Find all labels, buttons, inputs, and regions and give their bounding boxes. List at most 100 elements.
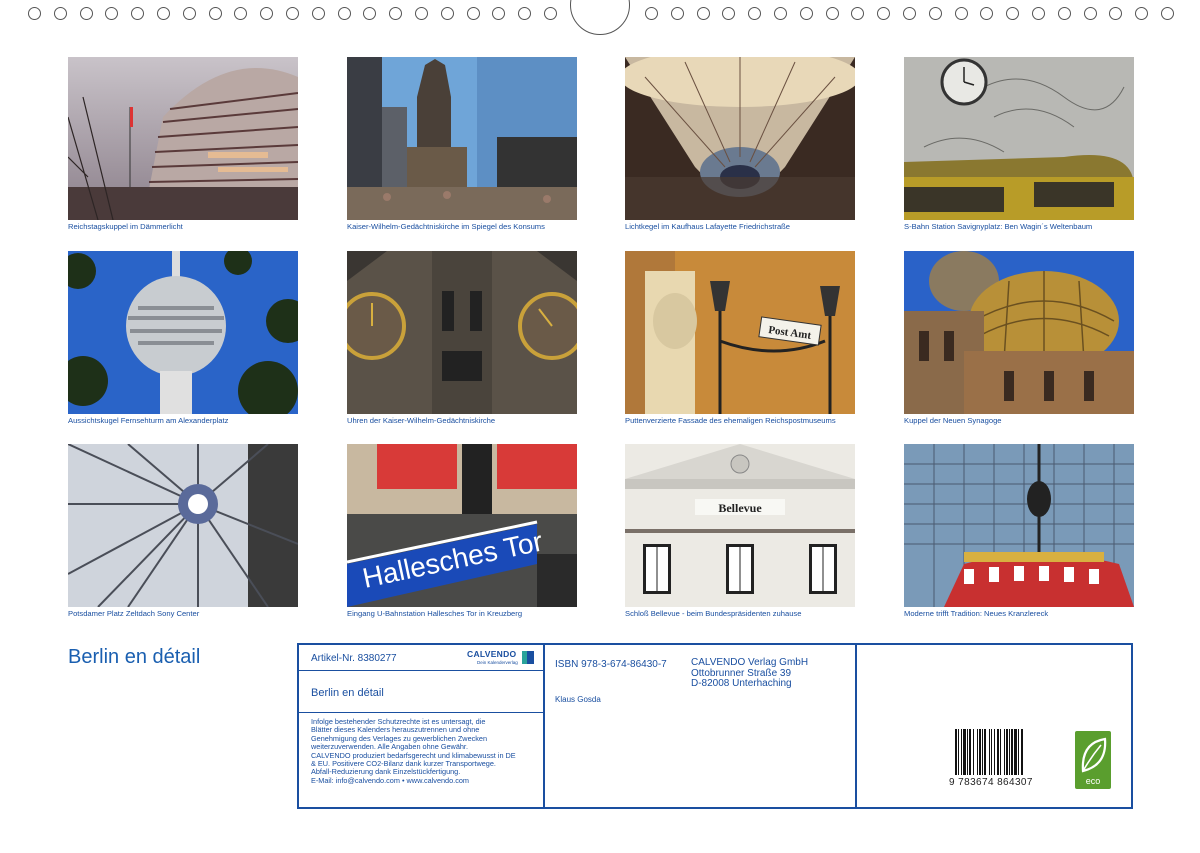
legal-notice: Infolge bestehender Schutzrechte ist es … (311, 717, 541, 785)
binding-ring (903, 7, 916, 20)
barcode-bar (991, 729, 992, 775)
binding-ring (182, 7, 196, 20)
photo-caption: Kuppel der Neuen Synagoge (904, 416, 1002, 425)
binding-ring (1083, 7, 1097, 20)
info-title: Berlin en détail (311, 687, 384, 699)
barcode-bar (1009, 729, 1010, 775)
photo-caption: Puttenverzierte Fassade des ehemaligen R… (625, 416, 836, 425)
info-column-article: Artikel-Nr. 8380277 CALVENDO Dein Kalend… (299, 645, 545, 807)
photo-synagoge (904, 251, 1134, 414)
barcode-bar (1004, 729, 1005, 775)
photo-gedaechtniskirche-spiegel (347, 57, 577, 220)
binding-ring (1057, 7, 1071, 20)
publisher-line: D-82008 Unterhaching (691, 678, 792, 690)
photo-savignyplatz (904, 57, 1134, 220)
binding-ring (696, 7, 710, 20)
binding-ring (234, 7, 248, 20)
binding-ring (1109, 7, 1123, 20)
barcode-bar (961, 729, 962, 775)
binding-ring (286, 7, 299, 20)
barcode-bar (955, 729, 957, 775)
barcode-bar (984, 729, 986, 775)
binding-ring (1161, 7, 1174, 20)
binding-ring (311, 7, 325, 20)
photo-kranzlereck (904, 444, 1134, 607)
binding-ring (748, 7, 762, 20)
spiral-binding (0, 0, 1200, 35)
binding-ring (415, 7, 428, 20)
legal-line: E-Mail: info@calvendo.com • www.calvendo… (311, 775, 469, 785)
binding-ring (389, 7, 403, 20)
binding-ring (79, 7, 93, 20)
photo-bellevue: Bellevue (625, 444, 855, 607)
binding-ring (722, 7, 736, 20)
photo-reichspostmuseum: Post Amt (625, 251, 855, 414)
barcode-bar (1014, 729, 1017, 775)
binding-ring (492, 7, 506, 20)
binding-ring (825, 7, 839, 20)
binding-ring (544, 7, 557, 20)
photo-reichstag (68, 57, 298, 220)
info-column-publisher: ISBN 978-3-674-86430-7 Klaus Gosda CALVE… (545, 645, 857, 807)
binding-ring (260, 7, 274, 20)
logo-text: CALVENDO (467, 649, 517, 659)
barcode-bar (973, 729, 974, 775)
barcode-bar (1021, 729, 1023, 775)
article-row: Artikel-Nr. 8380277 CALVENDO Dein Kalend… (299, 645, 543, 671)
bellevue-sign: Bellevue (718, 501, 762, 515)
binding-ring (131, 7, 145, 20)
binding-ring (466, 7, 480, 20)
binding-ring (877, 7, 891, 20)
eco-label: eco (1085, 776, 1101, 786)
photo-caption: Reichstagskuppel im Dämmerlicht (68, 222, 183, 231)
binding-ring (337, 7, 351, 20)
author: Klaus Gosda (555, 695, 601, 704)
photo-caption: Potsdamer Platz Zeltdach Sony Center (68, 609, 200, 618)
binding-ring (28, 7, 41, 20)
barcode-number: 9 783674 864307 (949, 777, 1033, 788)
binding-ring (645, 7, 658, 20)
photo-sony-center (68, 444, 298, 607)
barcode-bar (982, 729, 983, 775)
photo-caption: Eingang U-Bahnstation Hallesches Tor in … (347, 609, 523, 618)
photo-caption: Aussichtskugel Fernsehturm am Alexanderp… (68, 416, 229, 425)
photo-caption: Kaiser-Wilhelm-Gedächtniskirche im Spieg… (347, 222, 545, 231)
info-box: Artikel-Nr. 8380277 CALVENDO Dein Kalend… (297, 643, 1133, 809)
photo-uhren (347, 251, 577, 414)
barcode-bar (977, 729, 978, 775)
barcode-bar (1018, 729, 1019, 775)
photo-hallesches-tor: Hallesches Tor (347, 444, 577, 607)
barcode-bar (989, 729, 990, 775)
barcode-bar (963, 729, 966, 775)
photo-caption: Uhren der Kaiser-Wilhelm-Gedächtniskirch… (347, 416, 496, 425)
barcode-bar (967, 729, 968, 775)
photo-lafayette (625, 57, 855, 220)
binding-ring (440, 7, 454, 20)
binding-ring (1032, 7, 1045, 20)
binding-ring (53, 7, 67, 20)
binding-ring (105, 7, 119, 20)
barcode-bar (1006, 729, 1008, 775)
photo-fernsehturm (68, 251, 298, 414)
calendar-title: Berlin en détail (68, 646, 201, 668)
barcode-icon (955, 729, 1023, 775)
barcode-bar (969, 729, 971, 775)
barcode-bar (1011, 729, 1013, 775)
binding-ring (954, 7, 968, 20)
binding-ring (851, 7, 865, 20)
photo-caption: Schloß Bellevue - beim Bundespräsidenten… (625, 609, 802, 618)
eco-badge: eco (1075, 731, 1111, 789)
publisher-line: CALVENDO Verlag GmbH (691, 657, 809, 668)
binding-ring (980, 7, 994, 20)
calvendo-logo: CALVENDO Dein Kalenderverlag (467, 648, 537, 668)
barcode-bar (979, 729, 981, 775)
barcode-bar (994, 729, 995, 775)
isbn: ISBN 978-3-674-86430-7 (555, 659, 667, 670)
binding-ring (208, 7, 222, 20)
binding-ring (774, 7, 787, 20)
binding-ring (799, 7, 813, 20)
photo-caption: Moderne trifft Tradition: Neues Kranzler… (904, 609, 1049, 618)
binding-ring (157, 7, 170, 20)
hanger-hook (570, 0, 630, 35)
logo-subtext: Dein Kalenderverlag (477, 660, 518, 665)
